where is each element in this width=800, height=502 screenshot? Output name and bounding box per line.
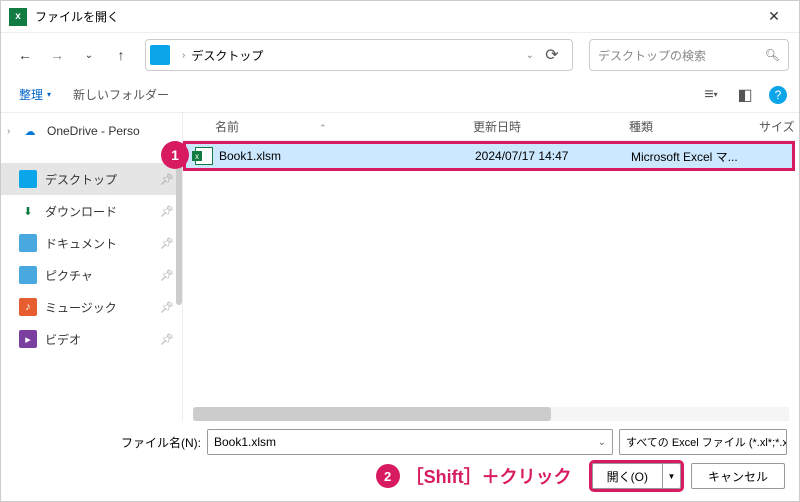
col-type[interactable]: 種類	[629, 118, 759, 135]
chevron-right-icon[interactable]: ›	[7, 126, 19, 137]
sidebar-item-pictures[interactable]: ピクチャ 📌︎	[1, 259, 182, 291]
sidebar-item-downloads[interactable]: ⬇ ダウンロード 📌︎	[1, 195, 182, 227]
annotation-text: ［Shift］＋クリック	[406, 463, 572, 489]
dialog-title: ファイルを開く	[35, 8, 751, 25]
chevron-down-icon[interactable]: ⌄	[526, 50, 534, 61]
titlebar: x ファイルを開く ✕	[1, 1, 799, 33]
pin-icon: 📌︎	[160, 173, 174, 186]
file-list-area: 名前 ⌃ 更新日時 種類 サイズ 1 Book1.xlsm 2024/07/17 …	[183, 113, 799, 421]
file-type-filter[interactable]: すべての Excel ファイル (*.xl*;*.xlsx;	[619, 429, 787, 455]
refresh-button[interactable]: ⟳	[538, 41, 566, 69]
organize-menu[interactable]: 整理▾	[13, 82, 57, 107]
filename-row: ファイル名(N): Book1.xlsm ⌄ すべての Excel ファイル (…	[13, 429, 787, 455]
download-icon: ⬇	[19, 202, 37, 220]
file-type: Microsoft Excel マ...	[631, 148, 761, 165]
excel-file-icon	[195, 147, 213, 165]
desktop-icon	[19, 170, 37, 188]
search-placeholder: デスクトップの検索	[598, 47, 706, 64]
pin-icon: 📌︎	[160, 205, 174, 218]
back-button[interactable]: ←	[11, 41, 39, 69]
col-name[interactable]: 名前	[215, 120, 239, 134]
chevron-down-icon[interactable]: ⌄	[598, 437, 606, 448]
sort-indicator-icon: ⌃	[319, 123, 327, 133]
sidebar-onedrive[interactable]: › ☁ OneDrive - Perso	[1, 115, 182, 147]
body-area: › ☁ OneDrive - Perso デスクトップ 📌︎ ⬇ ダウンロード …	[1, 113, 799, 421]
search-input[interactable]: デスクトップの検索 🔍︎	[589, 39, 789, 71]
button-row: 2 ［Shift］＋クリック 開く(O) ▼ キャンセル	[13, 463, 787, 489]
pin-icon: 📌︎	[160, 333, 174, 346]
music-icon: ♪	[19, 298, 37, 316]
chevron-right-icon: ›	[182, 50, 185, 61]
annotation-marker-1: 1	[161, 141, 189, 169]
sidebar-item-videos[interactable]: ▸ ビデオ 📌︎	[1, 323, 182, 355]
location-text: デスクトップ	[191, 47, 525, 64]
recent-button[interactable]: ⌄	[75, 41, 103, 69]
help-icon[interactable]: ?	[769, 86, 787, 104]
footer: ファイル名(N): Book1.xlsm ⌄ すべての Excel ファイル (…	[1, 421, 799, 501]
open-button[interactable]: 開く(O) ▼	[592, 463, 681, 489]
search-icon: 🔍︎	[765, 48, 780, 62]
annotation-marker-2: 2	[376, 464, 400, 488]
excel-app-icon: x	[9, 8, 27, 26]
file-open-dialog: x ファイルを開く ✕ ← → ⌄ ↑ › デスクトップ ⌄ ⟳ デスクトップの…	[0, 0, 800, 502]
address-bar[interactable]: › デスクトップ ⌄ ⟳	[145, 39, 573, 71]
filename-input[interactable]: Book1.xlsm ⌄	[207, 429, 613, 455]
file-name: Book1.xlsm	[219, 149, 475, 163]
close-button[interactable]: ✕	[751, 1, 797, 33]
filename-label: ファイル名(N):	[121, 434, 201, 451]
video-icon: ▸	[19, 330, 37, 348]
annotation-2: 2 ［Shift］＋クリック	[376, 463, 572, 489]
preview-pane-icon[interactable]: ◧	[735, 85, 755, 105]
file-date: 2024/07/17 14:47	[475, 149, 631, 163]
col-size[interactable]: サイズ	[759, 118, 795, 135]
sidebar-item-music[interactable]: ♪ ミュージック 📌︎	[1, 291, 182, 323]
navigation-bar: ← → ⌄ ↑ › デスクトップ ⌄ ⟳ デスクトップの検索 🔍︎	[1, 33, 799, 77]
folder-icon	[150, 45, 170, 65]
view-list-icon[interactable]: ≡ ▾	[701, 85, 721, 105]
new-folder-button[interactable]: 新しいフォルダー	[67, 82, 175, 107]
up-button[interactable]: ↑	[107, 41, 135, 69]
forward-button[interactable]: →	[43, 41, 71, 69]
sidebar-item-desktop[interactable]: デスクトップ 📌︎	[1, 163, 182, 195]
pictures-icon	[19, 266, 37, 284]
cloud-icon: ☁	[21, 122, 39, 140]
toolbar: 整理▾ 新しいフォルダー ≡ ▾ ◧ ?	[1, 77, 799, 113]
cancel-button[interactable]: キャンセル	[691, 463, 785, 489]
pin-icon: 📌︎	[160, 301, 174, 314]
pin-icon: 📌︎	[160, 237, 174, 250]
sidebar: › ☁ OneDrive - Perso デスクトップ 📌︎ ⬇ ダウンロード …	[1, 113, 183, 421]
sidebar-item-documents[interactable]: ドキュメント 📌︎	[1, 227, 182, 259]
file-row-selected[interactable]: 1 Book1.xlsm 2024/07/17 14:47 Microsoft …	[185, 143, 793, 169]
pin-icon: 📌︎	[160, 269, 174, 282]
col-date[interactable]: 更新日時	[473, 118, 629, 135]
horizontal-scrollbar[interactable]	[193, 407, 789, 421]
column-headers[interactable]: 名前 ⌃ 更新日時 種類 サイズ	[183, 113, 799, 141]
open-dropdown-button[interactable]: ▼	[662, 464, 680, 488]
sidebar-scrollbar[interactable]	[176, 155, 182, 305]
document-icon	[19, 234, 37, 252]
